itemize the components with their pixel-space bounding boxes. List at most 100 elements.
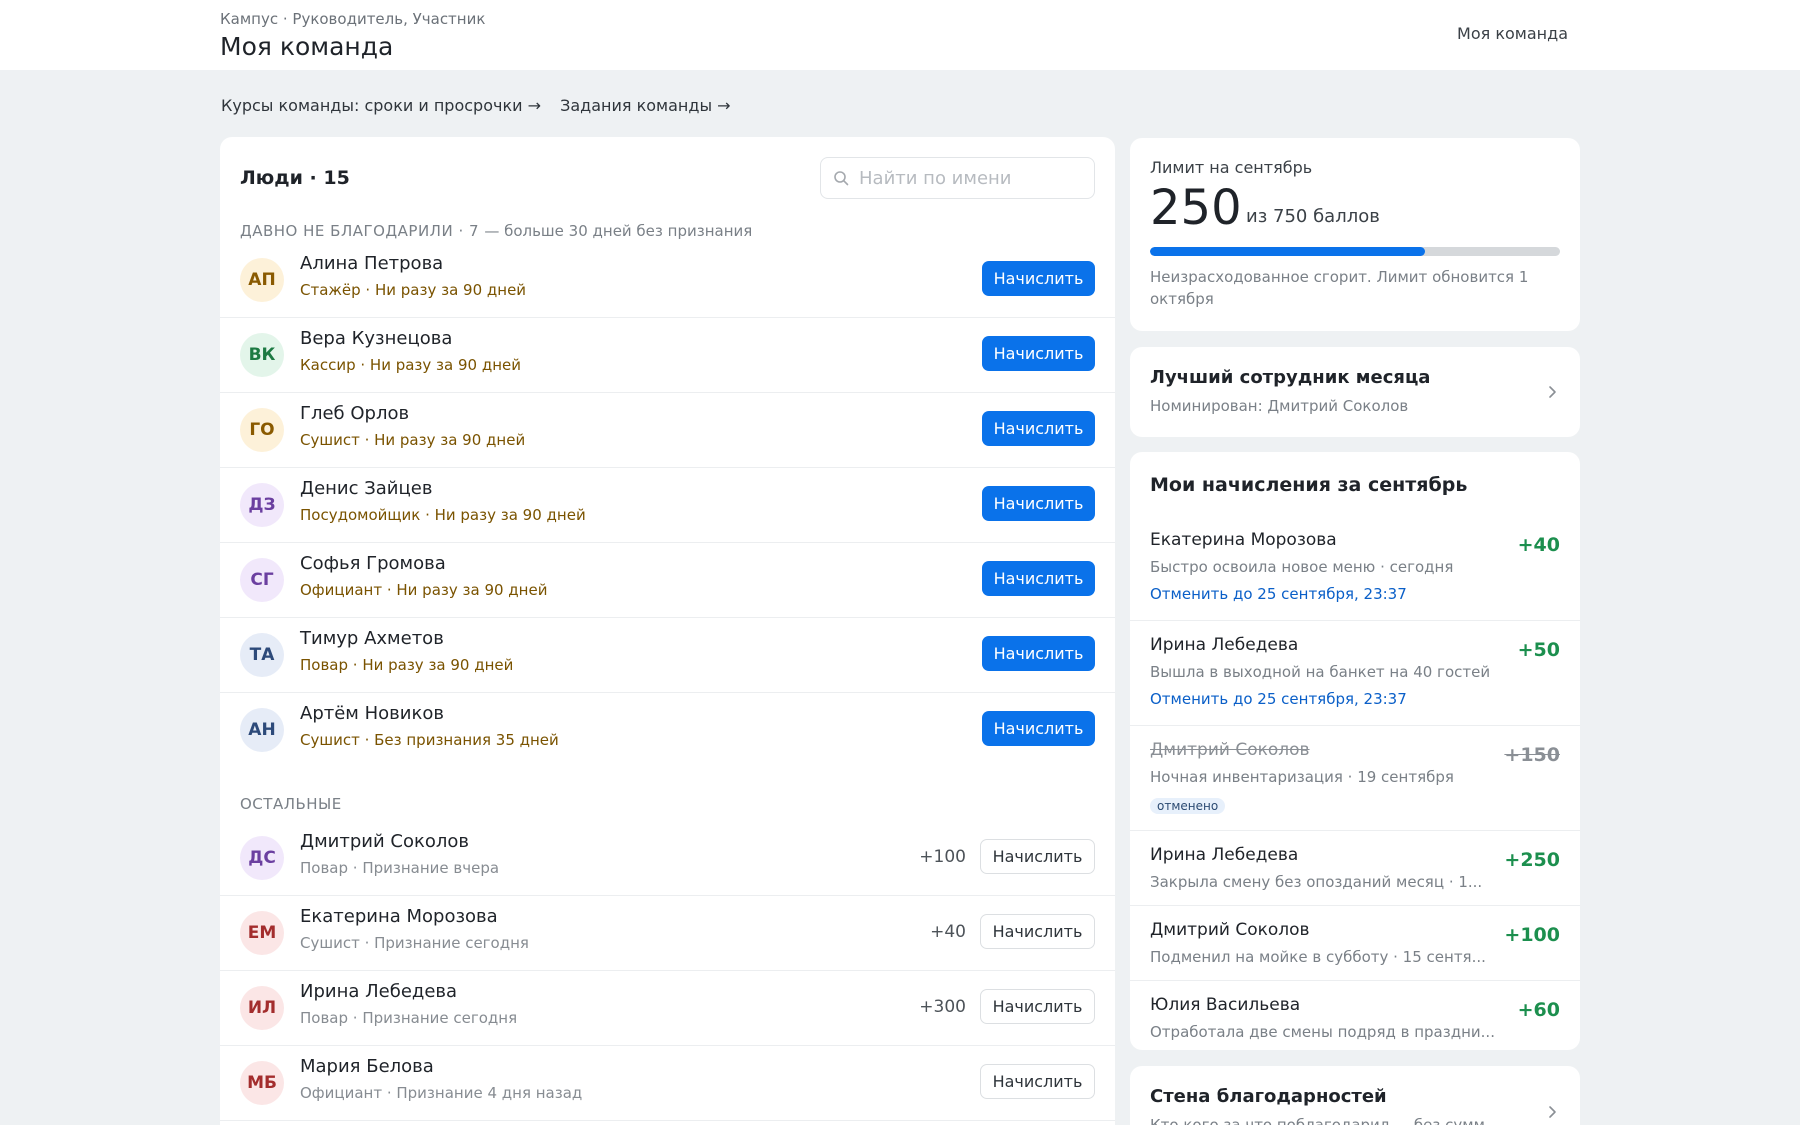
top-bar: Кампус · Руководитель, Участник Моя кома… (0, 0, 1800, 70)
thanks-wall-subtitle: Кто кого за что поблагодарил — без сумм (1150, 1116, 1485, 1125)
avatar: МБ (240, 1061, 284, 1105)
grant-reason: Быстро освоила новое меню · сегодня (1150, 558, 1454, 576)
person-points: +40 (930, 922, 966, 942)
person-row: АН Артём Новиков Сушист · Без признания 35… (220, 693, 1115, 768)
grant-recipient: Ирина Лебедева (1150, 845, 1299, 865)
person-name: Вера Кузнецова (300, 328, 453, 349)
thanks-wall-card[interactable]: Стена благодарностей Кто кого за что поб… (1130, 1066, 1580, 1125)
thanks-wall-title: Стена благодарностей (1150, 1086, 1387, 1107)
person-row: ВК Вера Кузнецова Кассир · Ни разу за 90 д… (220, 318, 1115, 393)
limit-note: Неизрасходованное сгорит. Лимит обновитс… (1150, 268, 1529, 308)
cancel-grant-link[interactable]: Отменить до 25 сентября, 23:37 (1150, 690, 1407, 708)
person-points: +300 (919, 997, 966, 1017)
quick-links: Курсы команды: сроки и просрочки → Задан… (221, 96, 745, 115)
grant-item: Ирина Лебедева +50 Вышла в выходной на бан… (1130, 621, 1580, 726)
grant-amount: +100 (1504, 924, 1560, 946)
cancel-grant-link[interactable]: Отменить до 25 сентября, 23:37 (1150, 585, 1407, 603)
person-row: ДС Дмитрий Соколов Повар · Признание вчера… (220, 821, 1115, 896)
team-tasks-link[interactable]: Задания команды → (560, 96, 730, 115)
award-button[interactable]: Начислить (980, 1064, 1095, 1099)
award-button[interactable]: Начислить (982, 561, 1095, 596)
limit-label: Лимит на сентябрь (1150, 158, 1313, 177)
grant-amount: +50 (1517, 639, 1560, 661)
person-row: МБ Мария Белова Официант · Признание 4 дня… (220, 1046, 1115, 1121)
search-box[interactable] (820, 157, 1095, 199)
grant-item: Дмитрий Соколов +100 Подменил на мойке в с… (1130, 906, 1580, 981)
stale-section-title: ДАВНО НЕ БЛАГОДАРИЛИ · 7 — больше 30 дне… (240, 222, 752, 240)
person-name: Ирина Лебедева (300, 981, 458, 1002)
person-meta: Официант · Ни разу за 90 дней (300, 581, 548, 599)
grant-amount: +150 (1504, 744, 1560, 766)
grant-amount: +40 (1517, 534, 1560, 556)
award-button[interactable]: Начислить (980, 914, 1095, 949)
person-row: АП Алина Петрова Стажёр · Ни разу за 90 дн… (220, 243, 1115, 318)
grant-reason: Закрыла смену без опозданий месяц · 1... (1150, 873, 1483, 891)
person-row: ГО Глеб Орлов Сушист · Ни разу за 90 дней Н… (220, 393, 1115, 468)
grant-reason: Отработала две смены подряд в праздни... (1150, 1023, 1495, 1041)
search-icon (834, 171, 849, 186)
person-meta: Стажёр · Ни разу за 90 дней (300, 281, 527, 299)
person-meta: Официант · Признание 4 дня назад (300, 1084, 583, 1102)
person-row: ТА Тимур Ахметов Повар · Ни разу за 90 дне… (220, 618, 1115, 693)
person-meta: Повар · Признание сегодня (300, 1009, 518, 1027)
person-row: ИЛ Ирина Лебедева Повар · Признание сегодн… (220, 971, 1115, 1046)
stale-section-label: ДАВНО НЕ БЛАГОДАРИЛИ · 7 (240, 222, 480, 240)
limit-card: Лимит на сентябрь 250 из 750 баллов Неиз… (1130, 138, 1580, 331)
award-button[interactable]: Начислить (982, 261, 1095, 296)
person-meta: Посудомойщик · Ни разу за 90 дней (300, 506, 586, 524)
person-meta: Сушист · Без признания 35 дней (300, 731, 559, 749)
grant-item: Дмитрий Соколов +150 Ночная инвентаризация… (1130, 726, 1580, 831)
grant-recipient: Дмитрий Соколов (1150, 920, 1310, 940)
best-employee-title: Лучший сотрудник месяца (1150, 367, 1431, 388)
person-meta: Кассир · Ни разу за 90 дней (300, 356, 521, 374)
person-meta: Сушист · Признание сегодня (300, 934, 529, 952)
person-name: Глеб Орлов (300, 403, 410, 424)
avatar: ЕМ (240, 911, 284, 955)
award-button[interactable]: Начислить (982, 486, 1095, 521)
avatar: ГО (240, 408, 284, 452)
best-employee-card[interactable]: Лучший сотрудник месяца Номинирован: Дми… (1130, 347, 1580, 437)
person-name: Алина Петрова (300, 253, 444, 274)
award-button[interactable]: Начислить (980, 989, 1095, 1024)
award-button[interactable]: Начислить (982, 411, 1095, 446)
avatar: АП (240, 258, 284, 302)
grant-item: Юлия Васильева +60 Отработала две смены по… (1130, 981, 1580, 1050)
award-button[interactable]: Начислить (982, 711, 1095, 746)
person-points: +100 (919, 847, 966, 867)
others-section-title: ОСТАЛЬНЫЕ (240, 795, 342, 813)
grant-reason: Ночная инвентаризация · 19 сентября (1150, 768, 1454, 786)
person-row: СГ Софья Громова Официант · Ни разу за 90 … (220, 543, 1115, 618)
my-grants-title: Мои начисления за сентябрь (1150, 474, 1468, 496)
avatar: АН (240, 708, 284, 752)
person-name: Мария Белова (300, 1056, 434, 1077)
avatar: ИЛ (240, 986, 284, 1030)
page-title: Моя команда (220, 32, 394, 61)
person-name: Дмитрий Соколов (300, 831, 469, 852)
grant-amount: +60 (1517, 999, 1560, 1021)
my-grants-card: Мои начисления за сентябрь Екатерина Мор… (1130, 452, 1580, 1050)
award-button[interactable]: Начислить (982, 336, 1095, 371)
search-input[interactable] (859, 166, 1084, 190)
person-name: Тимур Ахметов (300, 628, 444, 649)
stale-section-subtitle: — больше 30 дней без признания (484, 222, 753, 240)
team-courses-link[interactable]: Курсы команды: сроки и просрочки → (221, 96, 541, 115)
people-card: Люди · 15 ДАВНО НЕ БЛАГОДАРИЛИ · 7 — бол… (220, 137, 1115, 1125)
limit-progress-bar (1150, 247, 1560, 256)
grant-item: Ирина Лебедева +250 Закрыла смену без опоз… (1130, 831, 1580, 906)
person-row: ДЗ Денис Зайцев Посудомойщик · Ни разу за … (220, 468, 1115, 543)
grant-amount: +250 (1504, 849, 1560, 871)
avatar: ДЗ (240, 483, 284, 527)
person-name: Екатерина Морозова (300, 906, 498, 927)
grant-recipient: Дмитрий Соколов (1150, 740, 1310, 760)
person-name: Денис Зайцев (300, 478, 433, 499)
person-meta: Сушист · Ни разу за 90 дней (300, 431, 526, 449)
avatar: ДС (240, 836, 284, 880)
award-button[interactable]: Начислить (982, 636, 1095, 671)
my-team-link[interactable]: Моя команда (1457, 24, 1568, 43)
limit-total: из 750 баллов (1246, 206, 1380, 227)
award-button[interactable]: Начислить (980, 839, 1095, 874)
grant-recipient: Юлия Васильева (1150, 995, 1301, 1015)
grant-reason: Вышла в выходной на банкет на 40 гостей (1150, 663, 1491, 681)
cancelled-badge: отменено (1150, 798, 1226, 814)
person-row: ЕМ Екатерина Морозова Сушист · Признание с… (220, 896, 1115, 971)
